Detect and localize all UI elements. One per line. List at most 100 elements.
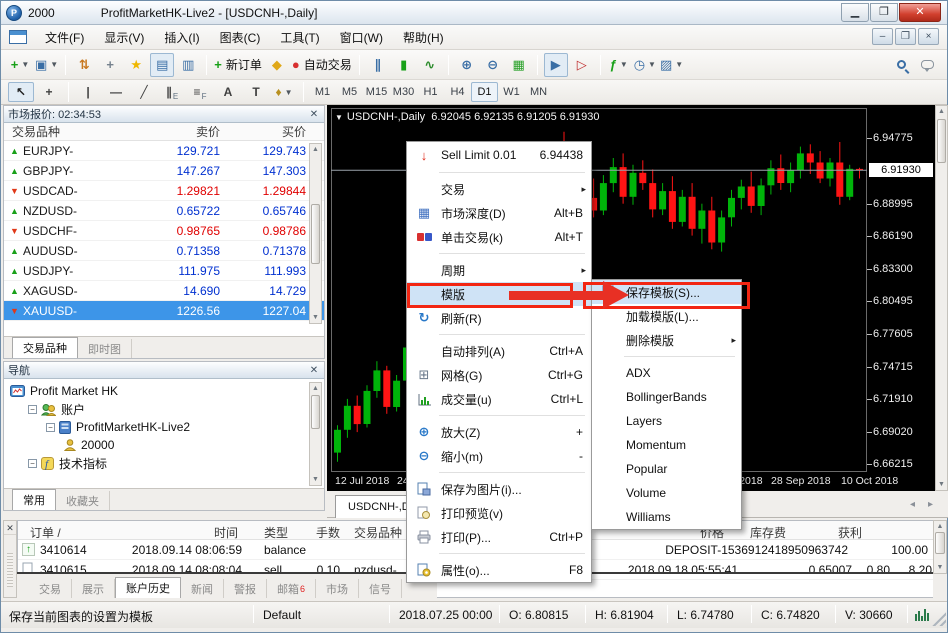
chart-profiles-button[interactable]: ▣▼: [34, 53, 59, 77]
chart-scrollbar[interactable]: ▲ ▼: [935, 105, 948, 491]
tree-expander-icon[interactable]: −: [28, 405, 37, 414]
resize-grip[interactable]: [930, 610, 946, 626]
market-watch-scrollbar[interactable]: ▲ ▼: [309, 143, 322, 324]
market-watch-row-usdchf[interactable]: ▼USDCHF-0.987650.98786: [4, 221, 324, 241]
cursor-tool-button[interactable]: ↖: [8, 82, 34, 102]
timeframe-mn[interactable]: MN: [525, 82, 552, 102]
terminal-tab-邮箱[interactable]: 邮箱6: [267, 579, 316, 598]
tab-收藏夹[interactable]: 收藏夹: [56, 491, 110, 510]
vertical-line-tool-button[interactable]: |: [75, 82, 101, 102]
restore-button[interactable]: ❐: [870, 3, 898, 22]
periods-list-button[interactable]: ◷▼: [633, 53, 657, 77]
timeframe-d1[interactable]: D1: [471, 82, 498, 102]
templates-list-button[interactable]: ▨▼: [659, 53, 684, 77]
tpl-bollingerbands[interactable]: BollingerBands: [592, 385, 741, 409]
tab-scroll-right-icon[interactable]: ▸: [928, 499, 933, 510]
tab-交易品种[interactable]: 交易品种: [12, 337, 78, 358]
tab-常用[interactable]: 常用: [12, 489, 56, 510]
new-chart-button[interactable]: +▼: [8, 53, 32, 77]
mdi-restore-button[interactable]: ❐: [895, 28, 916, 45]
terminal-tab-信号[interactable]: 信号: [359, 579, 402, 598]
navigator-close-icon[interactable]: ✕: [308, 365, 320, 376]
timeframe-h4[interactable]: H4: [444, 82, 471, 102]
market-watch-row-xagusd[interactable]: ▲XAGUSD-14.69014.729: [4, 281, 324, 301]
mdi-minimize-button[interactable]: –: [872, 28, 893, 45]
tpl-layers[interactable]: Layers: [592, 409, 741, 433]
nav-item-profit-market-hk[interactable]: Profit Market HK: [10, 382, 324, 400]
column-bid[interactable]: 卖价: [154, 123, 220, 140]
terminal-tab-账户历史[interactable]: 账户历史: [115, 577, 181, 598]
navigator-toggle-button[interactable]: ▤: [150, 53, 174, 77]
timeframe-m15[interactable]: M15: [363, 82, 390, 102]
text-tool-button[interactable]: A: [215, 82, 241, 102]
channel-tool-button[interactable]: ∥E: [159, 82, 185, 102]
title-bar[interactable]: P 2000 ProfitMarketHK-Live2 - [USDCNH-,D…: [1, 1, 947, 25]
ctx-刷新-r-[interactable]: ↻刷新(R): [407, 306, 591, 330]
ctx-成交量-u-[interactable]: 成交量(u)Ctrl+L: [407, 387, 591, 411]
terminal-tab-市场[interactable]: 市场: [316, 579, 359, 598]
timeframe-m5[interactable]: M5: [336, 82, 363, 102]
ctx-交易[interactable]: 交易▸: [407, 177, 591, 201]
ctx-保存为图片-i-[interactable]: 保存为图片(i)...: [407, 477, 591, 501]
metaeditor-button[interactable]: ◆: [265, 53, 289, 77]
terminal-toggle-button[interactable]: ▥: [176, 53, 200, 77]
navigator-scrollbar[interactable]: ▲ ▼: [309, 382, 322, 486]
terminal-scrollbar[interactable]: ▲ ▼: [933, 520, 947, 574]
timeframe-m30[interactable]: M30: [390, 82, 417, 102]
market-watch-row-usdcad[interactable]: ▼USDCAD-1.298211.29844: [4, 181, 324, 201]
market-watch-row-eurjpy[interactable]: ▲EURJPY-129.721129.743: [4, 141, 324, 161]
one-click-expand-icon[interactable]: ▼: [335, 113, 343, 122]
zoom-in-button[interactable]: ⊕: [455, 53, 479, 77]
data-window-toggle-button[interactable]: +: [98, 53, 122, 77]
tpl-momentum[interactable]: Momentum: [592, 433, 741, 457]
tree-expander-icon[interactable]: −: [46, 423, 55, 432]
timeframe-h1[interactable]: H1: [417, 82, 444, 102]
arrows-tool-button[interactable]: ♦▼: [271, 82, 297, 102]
terminal-grip[interactable]: ✕: [3, 520, 17, 598]
navigator-title[interactable]: 导航 ✕: [4, 362, 324, 379]
market-watch-row-usdjpy[interactable]: ▲USDJPY-111.975111.993: [4, 261, 324, 281]
tpl-adx[interactable]: ADX: [592, 361, 741, 385]
ctx-sell-limit-0-01[interactable]: ↓Sell Limit 0.016.94438: [407, 142, 591, 168]
fibonacci-tool-button[interactable]: ≡F: [187, 82, 213, 102]
nav-item-profitmarkethk-live2[interactable]: −ProfitMarketHK-Live2: [10, 418, 324, 436]
search-button[interactable]: [889, 53, 913, 77]
terminal-close-icon[interactable]: ✕: [4, 521, 16, 535]
crosshair-tool-button[interactable]: +: [36, 82, 62, 102]
ctx-单击交易-k-[interactable]: 单击交易(k)Alt+T: [407, 225, 591, 249]
indicators-list-button[interactable]: ƒ▼: [607, 53, 631, 77]
market-watch-row-nzdusd[interactable]: ▲NZDUSD-0.657220.65746: [4, 201, 324, 221]
market-watch-row-gbpjpy[interactable]: ▲GBPJPY-147.267147.303: [4, 161, 324, 181]
chart-shift-button[interactable]: ▷: [570, 53, 594, 77]
menu-插入I[interactable]: 插入(I): [154, 26, 209, 49]
candlestick-mode-button[interactable]: ▮: [392, 53, 416, 77]
menu-显示V[interactable]: 显示(V): [94, 26, 154, 49]
nav-item-20000[interactable]: 20000: [10, 436, 324, 454]
column-ask[interactable]: 买价: [240, 123, 306, 140]
market-watch-title[interactable]: 市场报价: 02:34:53 ✕: [4, 106, 324, 123]
ctx-网格-g-[interactable]: ⊞网格(G)Ctrl+G: [407, 363, 591, 387]
timeframe-w1[interactable]: W1: [498, 82, 525, 102]
ctx-缩小-m-[interactable]: ⊖缩小(m)-: [407, 444, 591, 468]
nav-item-账户[interactable]: −账户: [10, 400, 324, 418]
auto-scroll-button[interactable]: ▶: [544, 53, 568, 77]
new-order-button[interactable]: +新订单: [213, 53, 263, 77]
ctx-打印-p-[interactable]: 打印(P)...Ctrl+P: [407, 525, 591, 549]
auto-trading-button[interactable]: ●自动交易: [291, 53, 353, 77]
ctx-自动排列-a-[interactable]: 自动排列(A)Ctrl+A: [407, 339, 591, 363]
terminal-tab-交易[interactable]: 交易: [29, 579, 72, 598]
terminal-tab-新闻[interactable]: 新闻: [181, 579, 224, 598]
menu-工具T[interactable]: 工具(T): [270, 26, 329, 49]
close-button[interactable]: ✕: [899, 3, 941, 22]
trendline-tool-button[interactable]: ╱: [131, 82, 157, 102]
ctx-放大-z-[interactable]: ⊕放大(Z)+: [407, 420, 591, 444]
timeframe-m1[interactable]: M1: [309, 82, 336, 102]
ctx-周期[interactable]: 周期▸: [407, 258, 591, 282]
tile-windows-button[interactable]: ▦: [507, 53, 531, 77]
tpl-popular[interactable]: Popular: [592, 457, 741, 481]
nav-item-技术指标[interactable]: −f技术指标: [10, 454, 324, 472]
ctx-打印预览-v-[interactable]: 打印预览(v): [407, 501, 591, 525]
market-watch-toggle-button[interactable]: ⇅: [72, 53, 96, 77]
horizontal-line-tool-button[interactable]: —: [103, 82, 129, 102]
tab-scroll-left-icon[interactable]: ◂: [910, 499, 915, 510]
